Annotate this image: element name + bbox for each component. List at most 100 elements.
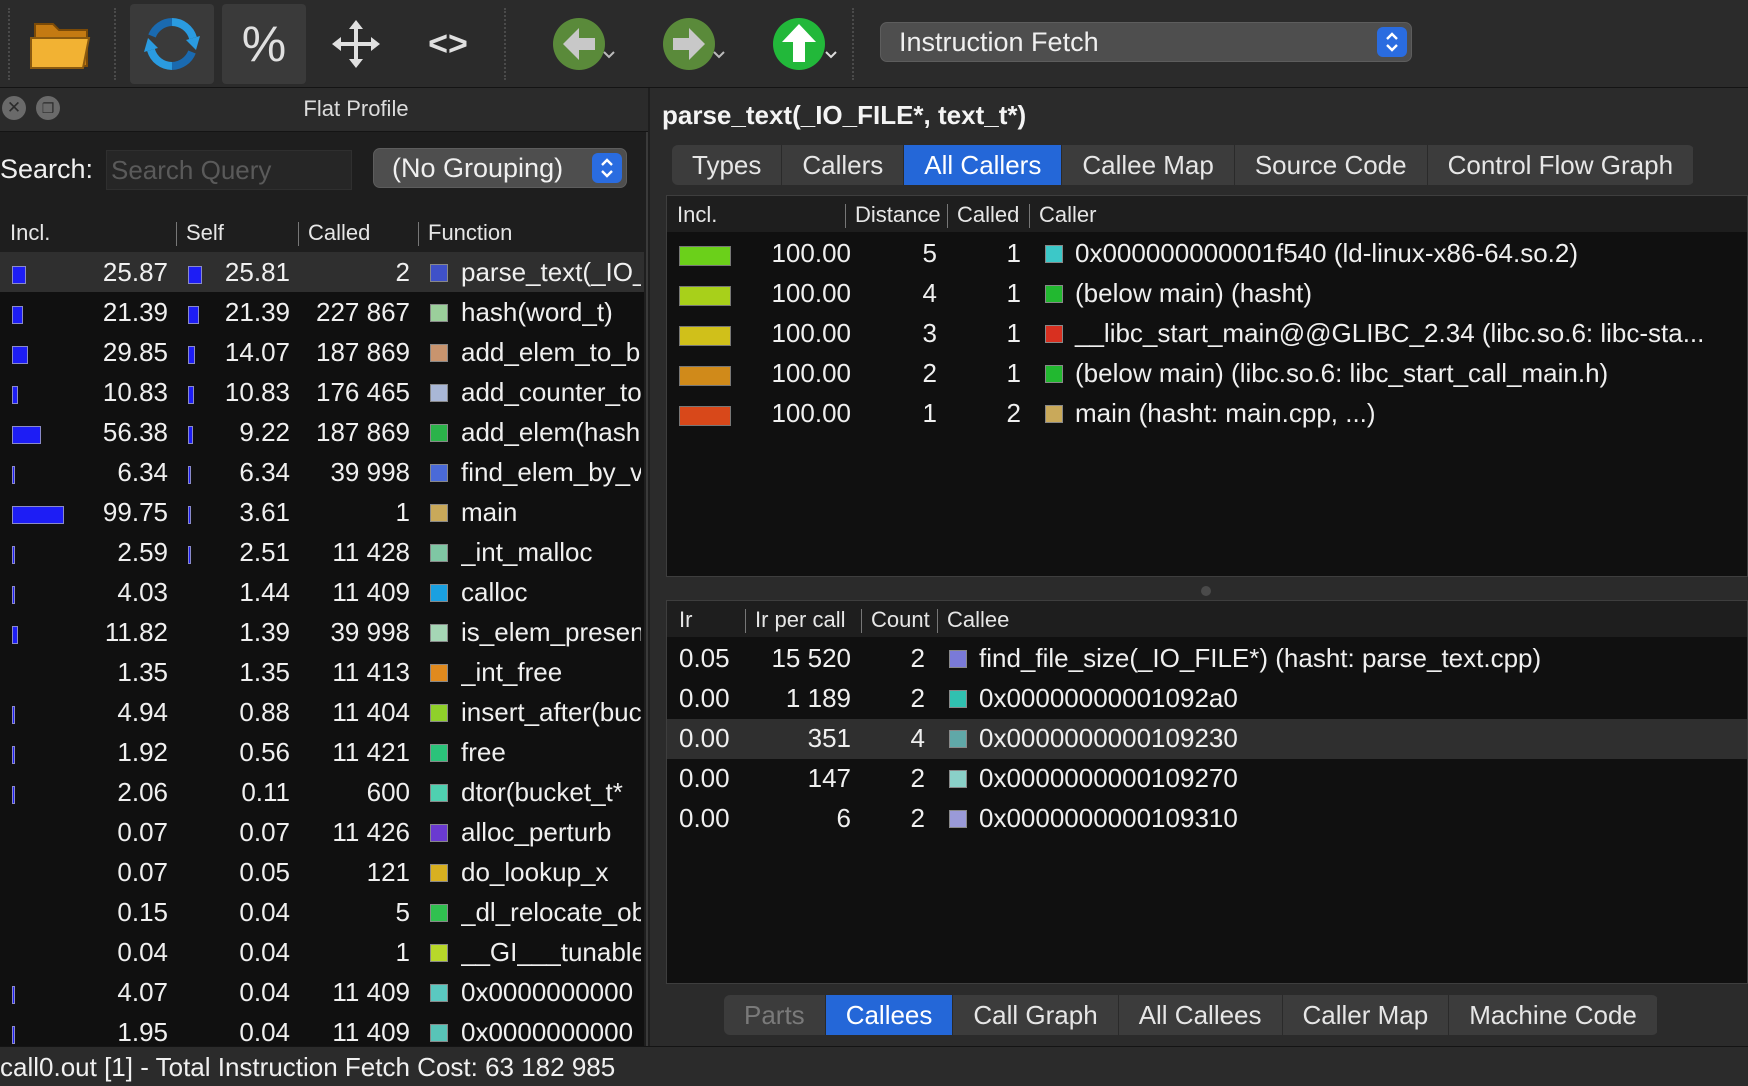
table-row[interactable]: 1.92 0.56 11 421 free: [0, 732, 644, 772]
search-input[interactable]: [106, 150, 352, 190]
tab-callees[interactable]: Callees: [825, 995, 954, 1035]
flat-profile-title: Flat Profile: [303, 96, 409, 121]
tab-control-flow-graph[interactable]: Control Flow Graph: [1428, 145, 1695, 185]
column-header-incl[interactable]: Incl.: [677, 202, 717, 228]
list-item[interactable]: 0.00 1 189 2 0x00000000001092a0: [667, 679, 1747, 719]
incl-value: 2.06: [117, 777, 168, 807]
column-header-distance[interactable]: Distance: [855, 202, 941, 228]
tab-parts[interactable]: Parts: [724, 995, 826, 1035]
called-value: 600: [366, 777, 410, 807]
detail-panel: parse_text(_IO_FILE*, text_t*) Types Call…: [650, 88, 1748, 1046]
incl-value: 100.00: [771, 398, 851, 428]
grouping-select[interactable]: (No Grouping): [373, 148, 627, 188]
shorten-button[interactable]: <>: [408, 4, 488, 84]
event-type-select[interactable]: Instruction Fetch: [880, 22, 1412, 62]
function-color-swatch: [430, 1024, 448, 1042]
table-row[interactable]: 2.59 2.51 11 428 _int_malloc: [0, 532, 644, 572]
function-color-swatch: [430, 624, 448, 642]
function-name: 0x0000000000: [461, 1017, 634, 1046]
table-row[interactable]: 4.94 0.88 11 404 insert_after(bucket: [0, 692, 644, 732]
status-text: call0.out [1] - Total Instruction Fetch …: [0, 1052, 616, 1082]
list-item[interactable]: 0.00 351 4 0x0000000000109230: [667, 719, 1747, 759]
column-header-ir-per-call[interactable]: Ir per call: [755, 607, 845, 633]
column-header-callee[interactable]: Callee: [947, 607, 1009, 633]
incl-value: 100.00: [771, 358, 851, 388]
list-item[interactable]: 100.00 4 1 (below main) (hasht): [667, 274, 1747, 314]
list-item[interactable]: 0.00 6 2 0x0000000000109310: [667, 799, 1747, 839]
column-header-count[interactable]: Count: [871, 607, 930, 633]
tab-callee-map[interactable]: Callee Map: [1062, 145, 1235, 185]
table-row[interactable]: 29.85 14.07 187 869 add_elem_to_bucket: [0, 332, 644, 372]
table-row[interactable]: 99.75 3.61 1 main: [0, 492, 644, 532]
function-name: parse_text(_IO_FILE*, text_t*): [461, 257, 641, 287]
tab-caller-map[interactable]: Caller Map: [1283, 995, 1450, 1035]
open-button[interactable]: [22, 4, 102, 84]
function-name: 0x0000000000: [461, 977, 634, 1007]
back-button[interactable]: [536, 4, 622, 84]
tab-callers[interactable]: Callers: [782, 145, 905, 185]
reload-button[interactable]: [130, 4, 214, 84]
called-value: 11 426: [332, 817, 410, 847]
tab-machine-code[interactable]: Machine Code: [1449, 995, 1658, 1035]
table-row[interactable]: 1.95 0.04 11 409 0x0000000000: [0, 1012, 644, 1046]
table-row[interactable]: 10.83 10.83 176 465 add_counter_to: [0, 372, 644, 412]
called-value: 1: [395, 937, 410, 967]
column-header-incl[interactable]: Incl.: [10, 220, 50, 246]
distance-value: 2: [922, 358, 937, 388]
incl-value: 4.94: [117, 697, 168, 727]
list-item[interactable]: 100.00 5 1 0x000000000001f540 (ld-linux-x86…: [667, 234, 1747, 274]
table-row[interactable]: 4.03 1.44 11 409 calloc: [0, 572, 644, 612]
ir-per-call-value: 1 189: [785, 683, 851, 713]
table-row[interactable]: 0.04 0.04 1 __GI___tunables: [0, 932, 644, 972]
function-name: is_elem_present: [461, 617, 641, 647]
count-value: 2: [910, 803, 925, 833]
table-row[interactable]: 21.39 21.39 227 867 hash(word_t): [0, 292, 644, 332]
table-row[interactable]: 11.82 1.39 39 998 is_elem_present: [0, 612, 644, 652]
table-row[interactable]: 25.87 25.81 2 parse_text(_IO_FILE*, text_t*…: [0, 252, 644, 292]
up-button[interactable]: [756, 4, 842, 84]
list-item[interactable]: 100.00 1 2 main (hasht: main.cpp, ...): [667, 394, 1747, 434]
column-header-function[interactable]: Function: [428, 220, 512, 246]
relative-button[interactable]: %: [222, 4, 306, 84]
table-row[interactable]: 56.38 9.22 187 869 add_elem(hash: [0, 412, 644, 452]
column-header-self[interactable]: Self: [186, 220, 224, 246]
function-color-swatch: [430, 864, 448, 882]
function-name: add_elem_to_bucket: [461, 337, 641, 367]
incl-cost-bar: [12, 1026, 15, 1044]
toolbar: % <> Instruction Fetch: [0, 0, 1748, 88]
list-item[interactable]: 100.00 2 1 (below main) (libc.so.6: libc_st…: [667, 354, 1747, 394]
column-header-caller[interactable]: Caller: [1039, 202, 1096, 228]
caller-color-swatch: [1045, 365, 1063, 383]
forward-button[interactable]: [646, 4, 732, 84]
table-row[interactable]: 0.07 0.07 11 426 alloc_perturb: [0, 812, 644, 852]
incl-value: 56.38: [102, 417, 168, 447]
column-header-called[interactable]: Called: [308, 220, 370, 246]
tab-types[interactable]: Types: [672, 145, 783, 185]
count-value: 4: [910, 723, 925, 753]
list-item[interactable]: 100.00 3 1 __libc_start_main@@GLIBC_2.34 (l…: [667, 314, 1747, 354]
status-bar: call0.out [1] - Total Instruction Fetch …: [0, 1046, 1748, 1086]
splitter-handle[interactable]: [1201, 586, 1211, 596]
ir-value: 0.05: [679, 643, 730, 673]
function-color-swatch: [430, 504, 448, 522]
list-item[interactable]: 0.00 147 2 0x0000000000109270: [667, 759, 1747, 799]
tab-call-graph[interactable]: Call Graph: [953, 995, 1119, 1035]
table-row[interactable]: 0.15 0.04 5 _dl_relocate_object: [0, 892, 644, 932]
caller-color-swatch: [1045, 285, 1063, 303]
column-header-called[interactable]: Called: [957, 202, 1019, 228]
table-row[interactable]: 6.34 6.34 39 998 find_elem_by_v: [0, 452, 644, 492]
table-row[interactable]: 2.06 0.11 600 dtor(bucket_t*: [0, 772, 644, 812]
column-header-ir[interactable]: Ir: [679, 607, 692, 633]
called-value: 187 869: [316, 417, 410, 447]
self-value: 3.61: [239, 497, 290, 527]
tab-source-code[interactable]: Source Code: [1235, 145, 1428, 185]
table-row[interactable]: 4.07 0.04 11 409 0x0000000000: [0, 972, 644, 1012]
list-item[interactable]: 0.05 15 520 2 find_file_size(_IO_FILE*) (ha…: [667, 639, 1747, 679]
table-row[interactable]: 0.07 0.05 121 do_lookup_x: [0, 852, 644, 892]
cycle-button[interactable]: [316, 4, 396, 84]
function-color-swatch: [430, 784, 448, 802]
tab-all-callers[interactable]: All Callers: [904, 145, 1063, 185]
tab-all-callees[interactable]: All Callees: [1119, 995, 1283, 1035]
self-cost-bar: [188, 426, 193, 444]
table-row[interactable]: 1.35 1.35 11 413 _int_free: [0, 652, 644, 692]
